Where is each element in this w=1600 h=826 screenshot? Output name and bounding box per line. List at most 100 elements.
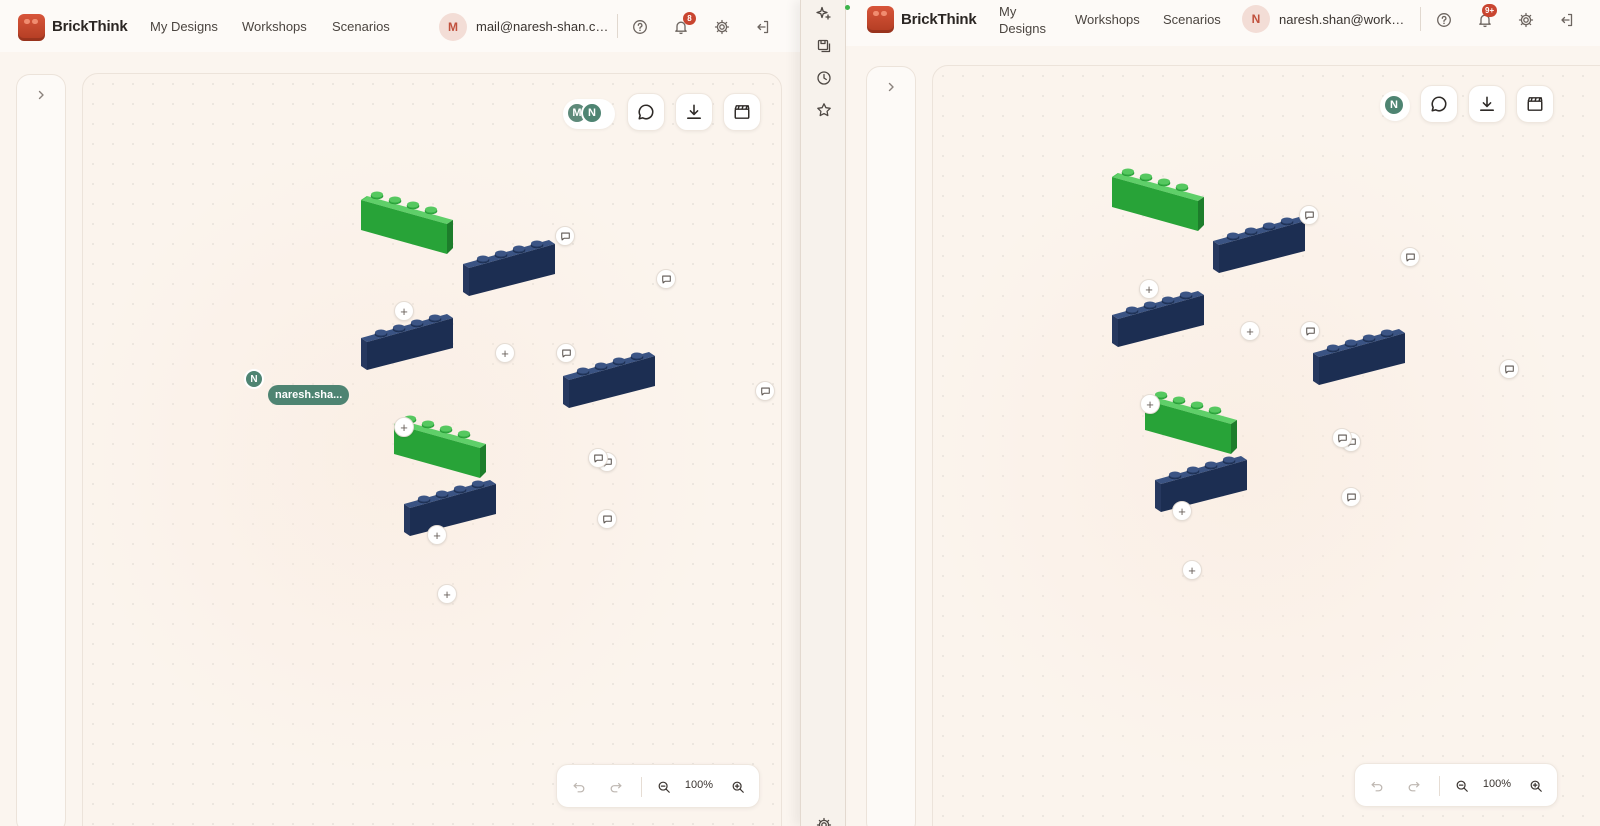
zoom-level: 100%: [1482, 778, 1512, 790]
comment-icon: [637, 103, 655, 121]
user-avatar[interactable]: N: [1242, 5, 1270, 33]
zoom-divider: [641, 777, 642, 797]
design-canvas[interactable]: M N + + + + + N naresh.sha... 100%: [82, 73, 782, 826]
presence-avatar-n: N: [581, 102, 603, 124]
comments-button[interactable]: [1420, 85, 1458, 123]
comment-pin[interactable]: [1300, 321, 1320, 341]
brick-navy[interactable]: [404, 470, 496, 538]
brand-name[interactable]: BrickThink: [52, 18, 128, 35]
zoom-out-icon[interactable]: [1453, 777, 1471, 795]
zoom-level: 100%: [684, 779, 714, 791]
user-email[interactable]: mail@naresh-shan.com: [476, 19, 611, 34]
zoom-toolbar: 100%: [1354, 763, 1558, 807]
status-dot: [845, 5, 850, 10]
gear-icon[interactable]: [712, 17, 732, 37]
add-brick-button[interactable]: +: [437, 584, 457, 604]
notification-badge: 8: [683, 12, 696, 25]
remote-cursor-label: naresh.sha...: [268, 385, 350, 405]
left-sidebar-collapsed: [866, 66, 916, 826]
comments-button[interactable]: [627, 93, 665, 131]
gear-icon[interactable]: [815, 816, 833, 826]
brand-name[interactable]: BrickThink: [901, 11, 977, 28]
clapperboard-icon: [733, 103, 751, 121]
design-canvas[interactable]: N + + + + + 100%: [932, 65, 1600, 826]
download-icon: [1478, 95, 1496, 113]
add-brick-button[interactable]: +: [394, 417, 414, 437]
logout-icon[interactable]: [1557, 10, 1577, 30]
tool-strip: [800, 0, 850, 826]
help-circle-icon[interactable]: [1434, 10, 1454, 30]
comment-pin[interactable]: [597, 509, 617, 529]
gear-icon[interactable]: [1516, 10, 1536, 30]
comment-icon: [1430, 95, 1448, 113]
chevron-right-icon[interactable]: [885, 81, 897, 93]
top-header: BrickThink My Designs Workshops Scenario…: [846, 0, 1600, 46]
brick-navy[interactable]: [1155, 446, 1247, 514]
add-brick-button[interactable]: +: [495, 343, 515, 363]
right-app-window: BrickThink My Designs Workshops Scenario…: [846, 0, 1600, 826]
brick-green[interactable]: [361, 190, 453, 258]
comment-pin[interactable]: [755, 381, 775, 401]
comment-pin[interactable]: [1332, 428, 1352, 448]
header-divider: [617, 14, 618, 38]
undo-icon[interactable]: [1368, 777, 1386, 795]
sparkles-icon[interactable]: [815, 4, 850, 22]
scenes-button[interactable]: [723, 93, 761, 131]
redo-icon[interactable]: [607, 778, 625, 796]
brick-navy[interactable]: [1313, 319, 1405, 387]
undo-icon[interactable]: [570, 778, 588, 796]
presence-group: N: [1380, 91, 1410, 121]
left-app-window: BrickThink My Designs Workshops Scenario…: [0, 0, 800, 826]
scenes-button[interactable]: [1516, 85, 1554, 123]
brick-navy[interactable]: [563, 342, 655, 410]
user-avatar[interactable]: M: [439, 13, 467, 41]
save-icon[interactable]: [815, 37, 833, 55]
zoom-divider: [1439, 776, 1440, 796]
add-brick-button[interactable]: +: [1240, 321, 1260, 341]
comment-pin[interactable]: [656, 269, 676, 289]
comment-pin[interactable]: [556, 343, 576, 363]
left-sidebar-collapsed: [16, 74, 66, 826]
comment-pin[interactable]: [1499, 359, 1519, 379]
add-brick-button[interactable]: +: [427, 525, 447, 545]
redo-icon[interactable]: [1405, 777, 1423, 795]
download-button[interactable]: [1468, 85, 1506, 123]
comment-pin[interactable]: [1400, 247, 1420, 267]
add-brick-button[interactable]: +: [1172, 501, 1192, 521]
brick-navy[interactable]: [463, 230, 555, 298]
nav-scenarios[interactable]: Scenarios: [332, 19, 390, 34]
download-button[interactable]: [675, 93, 713, 131]
nav-workshops[interactable]: Workshops: [242, 19, 307, 34]
comment-pin[interactable]: [1299, 205, 1319, 225]
zoom-in-icon[interactable]: [1527, 777, 1545, 795]
add-brick-button[interactable]: +: [1139, 279, 1159, 299]
brickthink-logo[interactable]: [867, 6, 894, 33]
nav-scenarios[interactable]: Scenarios: [1163, 12, 1221, 27]
comment-pin[interactable]: [588, 448, 608, 468]
remote-cursor-avatar: N: [244, 369, 264, 389]
zoom-in-icon[interactable]: [729, 778, 747, 796]
brick-green[interactable]: [1112, 167, 1204, 235]
clapperboard-icon: [1526, 95, 1544, 113]
add-brick-button[interactable]: +: [1182, 560, 1202, 580]
notification-badge: 9+: [1482, 4, 1498, 17]
header-divider: [1420, 7, 1421, 31]
nav-my-designs[interactable]: My Designs: [150, 19, 218, 34]
brickthink-logo[interactable]: [18, 14, 45, 41]
logout-icon[interactable]: [753, 17, 773, 37]
nav-workshops[interactable]: Workshops: [1075, 12, 1140, 27]
add-brick-button[interactable]: +: [1140, 394, 1160, 414]
help-circle-icon[interactable]: [630, 17, 650, 37]
star-icon[interactable]: [815, 101, 833, 119]
user-email[interactable]: naresh.shan@workpa...: [1279, 12, 1409, 27]
add-brick-button[interactable]: +: [394, 301, 414, 321]
comment-pin[interactable]: [555, 226, 575, 246]
nav-my-designs[interactable]: My Designs: [999, 3, 1059, 37]
history-icon[interactable]: [815, 69, 833, 87]
presence-group: M N: [563, 99, 615, 129]
comment-pin[interactable]: [1341, 487, 1361, 507]
download-icon: [685, 103, 703, 121]
zoom-out-icon[interactable]: [655, 778, 673, 796]
brick-navy[interactable]: [1213, 207, 1305, 275]
chevron-right-icon[interactable]: [35, 89, 47, 101]
